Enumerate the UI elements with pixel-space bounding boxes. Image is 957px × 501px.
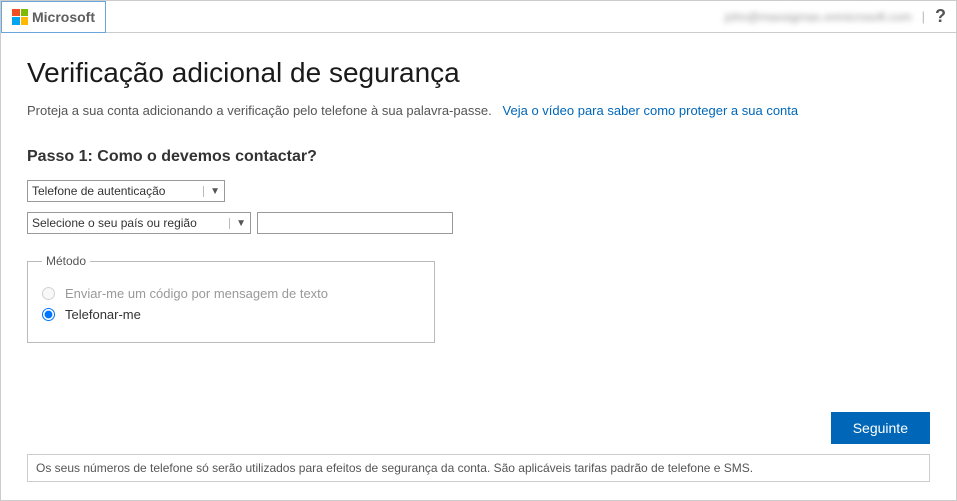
method-radio-call[interactable] [42,308,55,321]
top-bar-right: john@maxsigmas.onmicrosoft.com | ? [725,6,946,27]
country-region-select[interactable]: Selecione o seu país ou região ▼ [27,212,251,234]
chevron-down-icon: ▼ [203,186,220,197]
page-title: Verificação adicional de segurança [27,57,930,89]
divider: | [922,9,925,24]
method-option-call[interactable]: Telefonar-me [42,307,420,322]
help-icon[interactable]: ? [935,6,946,27]
method-legend: Método [42,254,90,268]
method-label-call: Telefonar-me [65,307,141,322]
method-fieldset: Método Enviar-me um código por mensagem … [27,254,435,343]
subtitle-video-link[interactable]: Veja o vídeo para saber como proteger a … [503,103,799,118]
footer-note: Os seus números de telefone só serão uti… [27,454,930,482]
step-heading: Passo 1: Como o devemos contactar? [27,148,930,166]
subtitle-text: Proteja a sua conta adicionando a verifi… [27,103,492,118]
method-radio-sms[interactable] [42,287,55,300]
chevron-down-icon: ▼ [229,218,246,229]
brand-logo-wrap[interactable]: Microsoft [1,1,106,33]
user-email: john@maxsigmas.onmicrosoft.com [725,10,912,24]
brand-name: Microsoft [32,9,95,25]
contact-method-select[interactable]: Telefone de autenticação ▼ [27,180,225,202]
method-label-sms: Enviar-me um código por mensagem de text… [65,286,328,301]
phone-number-input[interactable] [257,212,453,234]
method-option-sms[interactable]: Enviar-me um código por mensagem de text… [42,286,420,301]
main-content: Verificação adicional de segurança Prote… [1,33,956,343]
country-region-value: Selecione o seu país ou região [32,216,197,230]
page-subtitle: Proteja a sua conta adicionando a verifi… [27,103,930,118]
contact-method-value: Telefone de autenticação [32,184,165,198]
top-bar: Microsoft john@maxsigmas.onmicrosoft.com… [1,1,956,33]
microsoft-logo-icon [12,9,28,25]
next-button[interactable]: Seguinte [831,412,930,444]
